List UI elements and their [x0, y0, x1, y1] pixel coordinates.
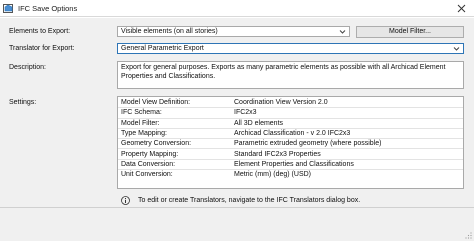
settings-label: Settings:: [9, 99, 37, 106]
table-row: Property Mapping: Standard IFC2x3 Proper…: [118, 150, 463, 160]
setting-key: Type Mapping:: [121, 129, 167, 137]
chevron-down-icon: [453, 47, 460, 51]
table-row: Type Mapping: Archicad Classification - …: [118, 129, 463, 140]
elements-to-export-select[interactable]: Visible elements (on all stories): [117, 26, 350, 37]
setting-key: Geometry Conversion:: [121, 140, 192, 148]
table-row: Unit Conversion: Metric (mm) (deg) (USD): [118, 170, 463, 180]
model-filter-button[interactable]: Model Filter...: [356, 26, 464, 38]
footer-divider: [0, 207, 474, 208]
setting-key: Model View Definition:: [121, 99, 191, 106]
setting-key: Model Filter:: [121, 119, 160, 127]
chevron-down-icon: [339, 30, 346, 34]
ifc-app-icon: [3, 4, 13, 13]
window-title: IFC Save Options: [18, 4, 78, 13]
description-label: Description:: [9, 64, 46, 71]
setting-value: Parametric extruded geometry (where poss…: [234, 140, 382, 148]
resize-grip-icon[interactable]: [464, 231, 472, 239]
table-row: Geometry Conversion: Parametric extruded…: [118, 139, 463, 150]
translator-select[interactable]: General Parametric Export: [117, 43, 464, 54]
setting-key: Data Conversion:: [121, 160, 176, 168]
close-icon: [457, 4, 465, 13]
setting-value: Coordination View Version 2.0: [234, 99, 328, 106]
translator-value: General Parametric Export: [121, 45, 204, 52]
table-row: Model Filter: All 3D elements: [118, 119, 463, 129]
dialog-body: Elements to Export: Visible elements (on…: [0, 18, 474, 241]
title-bar: IFC Save Options: [0, 0, 474, 17]
setting-key: Unit Conversion:: [121, 171, 173, 179]
setting-key: IFC Schema:: [121, 109, 162, 117]
setting-value: IFC2x3: [234, 109, 257, 117]
table-row: Data Conversion: Element Properties and …: [118, 160, 463, 171]
info-text: To edit or create Translators, navigate …: [138, 197, 361, 204]
table-row: Model View Definition: Coordination View…: [118, 98, 463, 109]
setting-key: Property Mapping:: [121, 150, 179, 158]
setting-value: Standard IFC2x3 Properties: [234, 150, 321, 158]
description-box: Export for general purposes. Exports as …: [117, 61, 464, 89]
table-row: IFC Schema: IFC2x3: [118, 108, 463, 119]
setting-value: Element Properties and Classifications: [234, 160, 354, 168]
elements-to-export-label: Elements to Export:: [9, 28, 71, 35]
setting-value: Archicad Classification - v 2.0 IFC2x3: [234, 129, 351, 137]
close-button[interactable]: [451, 1, 471, 16]
setting-value: Metric (mm) (deg) (USD): [234, 171, 311, 179]
settings-table: Model View Definition: Coordination View…: [117, 96, 464, 189]
translator-label: Translator for Export:: [9, 45, 75, 52]
elements-to-export-value: Visible elements (on all stories): [121, 28, 218, 35]
setting-value: All 3D elements: [234, 119, 284, 127]
info-icon: [121, 196, 130, 205]
